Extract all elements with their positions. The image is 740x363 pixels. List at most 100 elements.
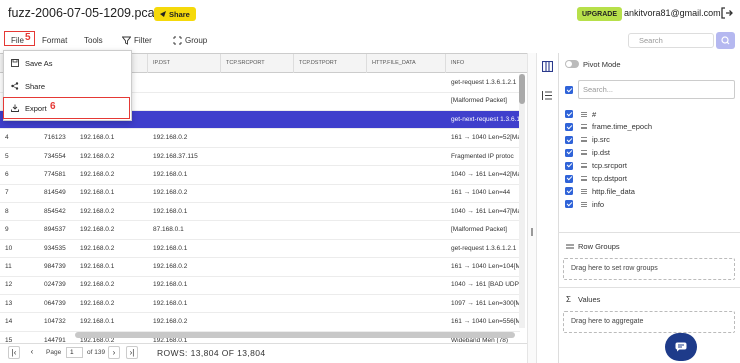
drag-handle-icon[interactable]	[581, 124, 587, 130]
values-dropzone[interactable]: Drag here to aggregate	[563, 311, 735, 333]
col-header-tcp-srcport[interactable]: TCP.SRCPORT	[221, 54, 294, 73]
tab-filters[interactable]	[537, 84, 557, 106]
column-item-label: tcp.dstport	[592, 174, 628, 183]
page-number-input[interactable]: 1	[66, 347, 83, 358]
last-page-button[interactable]: ›|	[126, 346, 138, 359]
table-row[interactable]: 7 814549 192.168.0.1 192.168.0.2 161 → 1040 …	[0, 184, 520, 203]
drag-handle-icon[interactable]	[581, 150, 587, 156]
table-row[interactable]: 13 064739 192.168.0.2 192.168.0.1 1097 → 161…	[0, 295, 520, 314]
menu-group[interactable]: Group	[173, 36, 207, 45]
menu-group-label: Group	[185, 36, 208, 45]
prev-page-button[interactable]: ‹	[26, 346, 38, 359]
column-checkbox[interactable]	[565, 122, 573, 131]
table-cell-srcport	[221, 74, 294, 92]
table-cell-http	[367, 148, 446, 166]
column-checkbox[interactable]	[565, 110, 573, 118]
table-cell-dstport	[294, 166, 367, 184]
table-row[interactable]: 5 734554 192.168.0.2 192.168.37.115 Fragment…	[0, 148, 520, 167]
table-row[interactable]: 11 984739 192.168.0.1 192.168.0.2 161 → 1040…	[0, 258, 520, 277]
col-header-tcp-dstport[interactable]: TCP.DSTPORT	[294, 54, 367, 73]
table-cell-src: 192.168.0.2	[80, 171, 115, 178]
table-cell-dstport	[294, 184, 367, 202]
table-cell-num: 9	[5, 226, 9, 234]
table-row[interactable]: 12 024739 192.168.0.2 192.168.0.1 1040 → 161…	[0, 276, 520, 295]
table-cell-dstport	[294, 203, 367, 221]
table-cell-dst: 192.168.0.1	[153, 299, 188, 307]
values-title: Σ Values	[566, 295, 600, 304]
drag-handle-icon[interactable]	[581, 176, 587, 181]
table-cell-time: 894537	[44, 226, 66, 234]
table-row[interactable]: 9 894537 192.168.0.2 87.168.0.1 [Malformed P…	[0, 221, 520, 240]
logout-icon[interactable]	[720, 6, 734, 20]
menu-format[interactable]: Format	[42, 36, 67, 45]
col-header-http-file-data[interactable]: HTTP.FILE_DATA	[367, 54, 446, 73]
vertical-scrollbar[interactable]	[519, 74, 525, 328]
upgrade-button[interactable]: UPGRADE	[577, 7, 623, 21]
row-groups-dropzone[interactable]: Drag here to set row groups	[563, 258, 735, 280]
next-page-button[interactable]: ›	[108, 346, 120, 359]
vertical-scroll-thumb[interactable]	[519, 74, 525, 104]
drag-handle-icon[interactable]	[581, 163, 587, 169]
table-cell-dst: 87.168.0.1	[153, 226, 184, 234]
column-checkbox[interactable]	[565, 148, 573, 157]
col-header-ip-dst[interactable]: IP.DST	[148, 54, 221, 73]
menu-item-save-as[interactable]: Save As	[4, 52, 131, 74]
table-row[interactable]: 14 104732 192.168.0.1 192.168.0.2 161 → 1040…	[0, 313, 520, 332]
column-checkbox[interactable]	[565, 174, 573, 183]
table-row[interactable]: 6 774581 192.168.0.2 192.168.0.1 1040 → 161 …	[0, 166, 520, 185]
table-row[interactable]: 8 854542 192.168.0.2 192.168.0.1 1040 → 161 …	[0, 203, 520, 222]
horizontal-scrollbar[interactable]	[75, 332, 515, 338]
menu-filter[interactable]: Filter	[122, 36, 152, 45]
drag-handle-icon[interactable]	[581, 137, 587, 143]
user-email: ankitvora81@gmail.com	[624, 8, 721, 18]
table-row[interactable]: 10 934535 192.168.0.2 192.168.0.1 get-reques…	[0, 240, 520, 259]
column-checkbox[interactable]	[565, 135, 573, 144]
search-button[interactable]	[716, 32, 735, 49]
table-cell-dstport	[294, 258, 367, 276]
column-search-input[interactable]: Search...	[578, 80, 735, 99]
share-icon	[160, 11, 166, 17]
pivot-mode-toggle-knob	[566, 61, 572, 67]
table-cell-info: 1040 → 161 [BAD UDP	[451, 281, 519, 289]
table-cell-time: 814549	[44, 189, 66, 197]
group-icon	[173, 36, 182, 45]
tab-columns[interactable]	[537, 55, 557, 77]
table-cell-src: 192.168.0.2	[80, 226, 115, 234]
table-cell-http	[367, 221, 446, 239]
col-header-info[interactable]: INFO	[446, 54, 519, 73]
table-cell-http	[367, 111, 446, 129]
drag-handle-icon[interactable]	[581, 201, 587, 207]
table-cell-dst: 192.168.0.2	[153, 318, 188, 326]
table-cell-num: 10	[5, 244, 13, 252]
table-cell-srcport	[221, 166, 294, 184]
table-cell-src: 192.168.0.1	[80, 189, 115, 197]
table-cell-num: 13	[5, 299, 13, 307]
chat-button[interactable]	[665, 333, 697, 361]
table-cell-info: 161 → 1040 Len=104[M	[451, 263, 519, 270]
row-groups-icon	[566, 244, 574, 249]
select-all-checkbox[interactable]	[565, 86, 573, 94]
table-cell-src: 192.168.0.1	[80, 318, 115, 326]
table-cell-dst: 192.168.0.2	[153, 134, 188, 142]
table-row[interactable]: 4 716123 192.168.0.1 192.168.0.2 161 → 1040 …	[0, 129, 520, 148]
column-checkbox[interactable]	[565, 161, 573, 170]
menu-tools[interactable]: Tools	[84, 36, 103, 45]
first-page-button[interactable]: |‹	[8, 346, 20, 359]
column-checkbox[interactable]	[565, 187, 573, 196]
panel-splitter[interactable]	[527, 53, 537, 363]
table-cell-dst	[148, 92, 221, 110]
share-button[interactable]: Share	[154, 7, 196, 21]
table-cell-info: 1040 → 161 Len=47[Ma	[451, 207, 519, 215]
table-cell-dst: 192.168.37.115	[153, 152, 198, 160]
drag-handle-icon[interactable]	[581, 188, 587, 194]
search-input[interactable]: Search	[628, 33, 714, 48]
share-button-label: Share	[169, 9, 190, 19]
table-cell-time: 934535	[44, 244, 66, 252]
export-highlight	[3, 97, 130, 119]
table-cell-dstport	[294, 295, 367, 313]
menu-item-share[interactable]: Share	[4, 75, 131, 97]
table-cell-dstport	[294, 276, 367, 294]
drag-handle-icon[interactable]	[581, 111, 587, 117]
column-checkbox[interactable]	[565, 200, 573, 209]
table-cell-dstport	[294, 92, 367, 110]
